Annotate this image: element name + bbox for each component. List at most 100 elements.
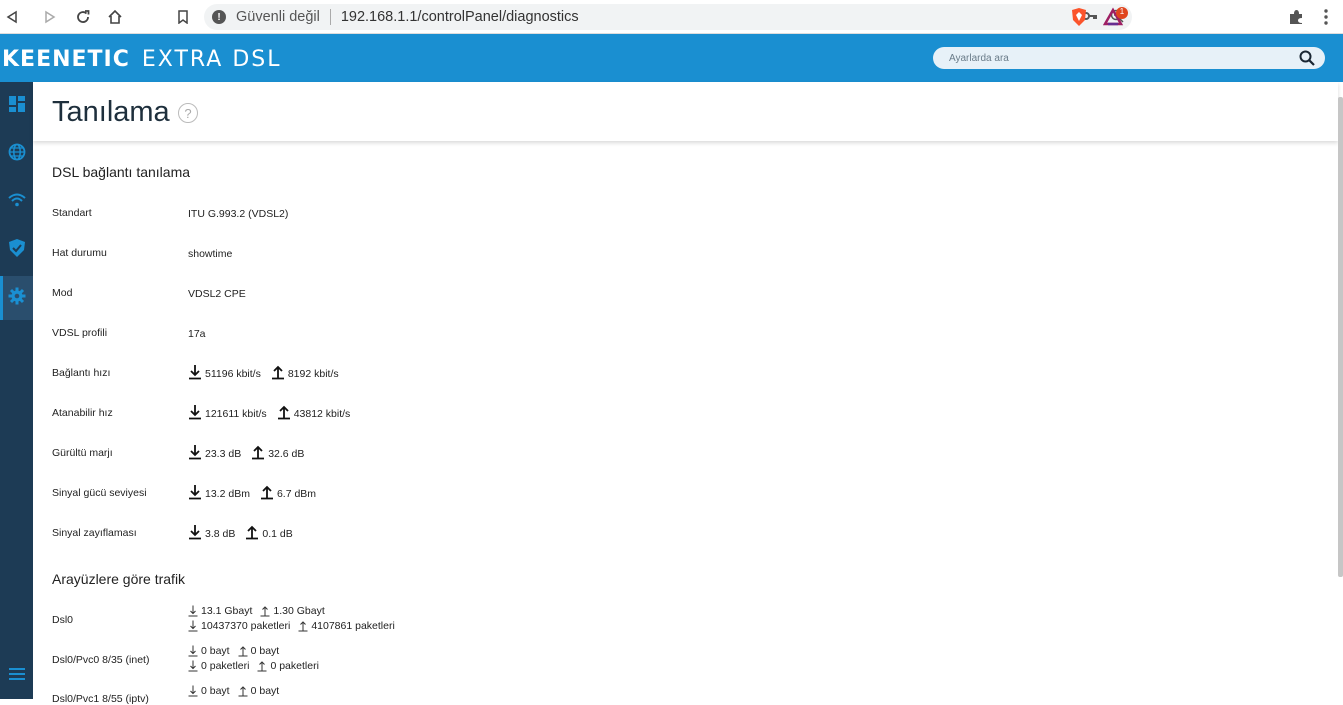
packets-up: 4107861 paketleri — [311, 620, 395, 632]
bookmark-icon[interactable] — [171, 5, 195, 29]
row-label: Sinyal zayıflaması — [52, 527, 137, 539]
row-label: VDSL profili — [52, 327, 108, 339]
download-value: 3.8 dB — [205, 528, 236, 540]
bytes-down: 0 bayt — [201, 685, 230, 697]
download-arrow-icon — [189, 485, 201, 500]
download-value: 121611 kbit/s — [205, 408, 267, 420]
mode-value: VDSL2 CPE — [188, 288, 246, 300]
bytes-up: 1.30 Gbayt — [273, 605, 325, 617]
line-state-value: showtime — [188, 248, 233, 260]
sidebar-item-wifi[interactable] — [0, 180, 33, 224]
packets-up: 0 paketleri — [270, 660, 319, 672]
download-arrow-icon — [188, 660, 198, 672]
download-value: 23.3 dB — [205, 448, 242, 460]
row-label: Standart — [52, 207, 92, 219]
upload-arrow-icon — [260, 606, 270, 617]
attainable-rate-value: 121611 kbit/s 43812 kbit/s — [188, 404, 350, 420]
row-label: Atanabilir hız — [52, 407, 113, 419]
sidebar-item-management[interactable] — [0, 276, 33, 320]
upload-value: 8192 kbit/s — [287, 368, 339, 380]
download-value: 51196 kbit/s — [205, 368, 261, 380]
noise-margin-value: 23.3 dB 32.6 dB — [188, 444, 304, 460]
download-arrow-icon — [189, 405, 201, 420]
upload-value: 32.6 dB — [268, 448, 305, 460]
interface-label: Dsl0/Pvc0 8/35 (inet) — [52, 654, 150, 666]
dsl-section-title: DSL bağlantı tanılama — [52, 164, 191, 180]
row-label: Gürültü marjı — [52, 447, 113, 459]
search-input[interactable] — [947, 51, 1291, 65]
upload-arrow-icon — [257, 661, 267, 672]
settings-search[interactable] — [933, 47, 1325, 69]
upload-arrow-icon — [238, 646, 248, 657]
upload-arrow-icon — [277, 405, 290, 420]
upload-arrow-icon — [252, 445, 265, 460]
dashboard-icon — [8, 95, 25, 117]
interface-label: Dsl0/Pvc1 8/55 (iptv) — [52, 693, 149, 705]
upload-arrow-icon — [238, 686, 248, 697]
url-text[interactable]: 192.168.1.1/controlPanel/diagnostics — [341, 9, 579, 25]
shield-icon — [8, 238, 25, 262]
sidebar-menu-toggle[interactable] — [0, 654, 33, 698]
upload-value: 6.7 dBm — [276, 488, 317, 500]
help-icon[interactable]: ? — [178, 103, 198, 123]
download-arrow-icon — [189, 445, 201, 460]
upload-arrow-icon — [260, 485, 273, 500]
packets-down: 10437370 paketleri — [201, 620, 291, 632]
download-arrow-icon — [188, 685, 198, 697]
menu-icon[interactable] — [1324, 5, 1328, 29]
bytes-down: 0 bayt — [201, 645, 230, 657]
home-icon[interactable] — [103, 5, 127, 29]
row-label: Mod — [52, 287, 73, 299]
sidebar-item-security[interactable] — [0, 228, 33, 272]
download-arrow-icon — [188, 605, 198, 617]
download-arrow-icon — [189, 365, 201, 380]
page-header: Tanılama ? — [33, 82, 1338, 141]
interface-bytes: 0 bayt 0 bayt — [188, 645, 279, 657]
browser-toolbar: ! Güvenli değil 192.168.1.1/controlPanel… — [0, 0, 1343, 34]
signal-power-value: 13.2 dBm 6.7 dBm — [188, 484, 316, 500]
attenuation-value: 3.8 dB 0.1 dB — [188, 524, 293, 540]
download-arrow-icon — [188, 645, 198, 657]
search-icon[interactable] — [1299, 50, 1315, 71]
info-icon[interactable]: ! — [212, 10, 226, 24]
hamburger-icon — [8, 667, 25, 686]
back-icon[interactable] — [0, 5, 24, 29]
sidebar-item-dashboard[interactable] — [0, 84, 33, 128]
upload-value: 43812 kbit/s — [293, 408, 351, 420]
connection-rate-value: 51196 kbit/s 8192 kbit/s — [188, 364, 339, 380]
bytes-down: 13.1 Gbayt — [201, 605, 253, 617]
reload-icon[interactable] — [71, 5, 95, 29]
upload-arrow-icon — [298, 621, 308, 632]
main-content: Tanılama ? DSL bağlantı tanılama Standar… — [33, 82, 1338, 705]
upload-arrow-icon — [246, 525, 259, 540]
gear-icon — [8, 287, 26, 310]
traffic-section-title: Arayüzlere göre trafik — [52, 571, 186, 587]
logo[interactable]: KEENETIC EXTRA DSL — [2, 47, 282, 72]
globe-icon — [8, 143, 26, 166]
scrollbar[interactable] — [1338, 97, 1343, 577]
row-label: Hat durumu — [52, 247, 107, 259]
download-arrow-icon — [188, 620, 198, 632]
brand-name: KEENETIC — [2, 47, 130, 72]
address-bar[interactable]: ! Güvenli değil 192.168.1.1/controlPanel… — [204, 4, 1132, 30]
row-label: Sinyal gücü seviyesi — [52, 487, 147, 499]
extensions-icon[interactable] — [1288, 5, 1304, 29]
download-arrow-icon — [189, 525, 201, 540]
profile-value: 17a — [188, 328, 206, 340]
bytes-up: 0 bayt — [250, 645, 280, 657]
forward-icon[interactable] — [38, 5, 62, 29]
interface-label: Dsl0 — [52, 614, 74, 626]
bytes-up: 0 bayt — [250, 685, 280, 697]
standard-value: ITU G.993.2 (VDSL2) — [188, 208, 289, 220]
notification-badge: 1 — [1119, 7, 1125, 16]
interface-packets: 10437370 paketleri 4107861 paketleri — [188, 620, 395, 632]
sidebar-item-internet[interactable] — [0, 132, 33, 176]
upload-arrow-icon — [271, 365, 284, 380]
sidebar — [0, 82, 33, 699]
model-name: EXTRA DSL — [141, 47, 282, 72]
brave-shield-icon[interactable] — [1070, 5, 1088, 29]
interface-bytes: 0 bayt 0 bayt — [188, 685, 279, 697]
brave-rewards-icon[interactable]: 1 — [1103, 5, 1129, 29]
packets-down: 0 paketleri — [201, 660, 250, 672]
wifi-icon — [7, 193, 26, 212]
